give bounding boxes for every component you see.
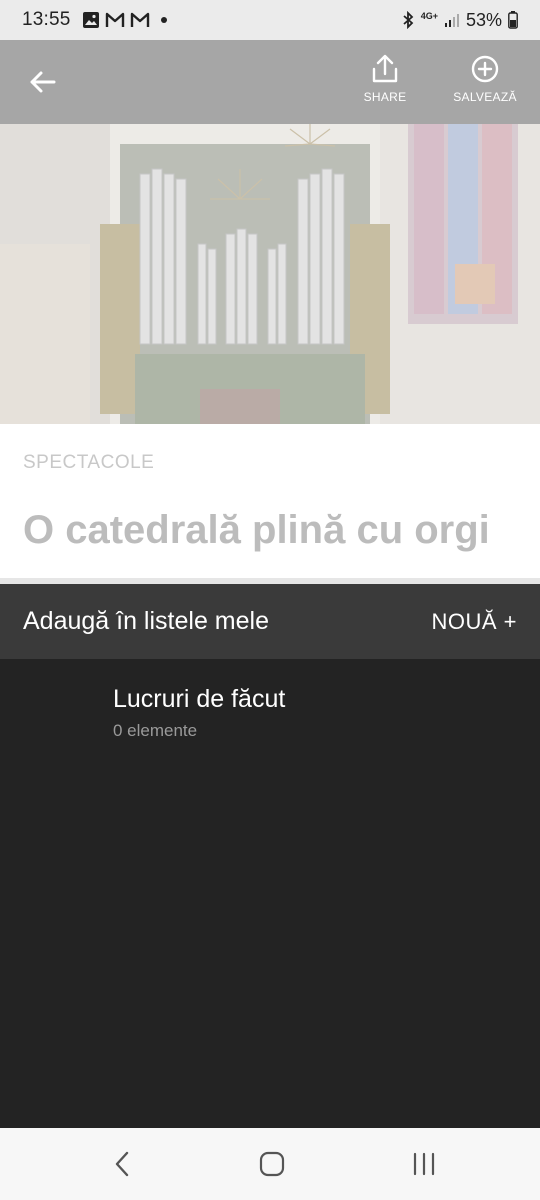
gmail-icon bbox=[130, 12, 149, 27]
organ-illustration bbox=[0, 124, 540, 424]
list-item-title: Lucruri de făcut bbox=[113, 685, 286, 713]
hero-image bbox=[0, 124, 540, 424]
back-button[interactable] bbox=[22, 64, 62, 100]
gmail-icon bbox=[105, 12, 124, 27]
save-label: SALVEAZĂ bbox=[453, 90, 517, 104]
notification-dot bbox=[160, 17, 167, 23]
list-item[interactable]: Lucruri de făcut 0 elemente bbox=[0, 659, 540, 759]
list-item-count: 0 elemente bbox=[113, 721, 198, 740]
navigation-bar bbox=[0, 1128, 540, 1200]
chevron-left-icon bbox=[115, 1151, 129, 1177]
battery-percentage: 53% bbox=[465, 9, 502, 30]
status-bar: 13:55 4G+ 53% bbox=[0, 0, 540, 40]
add-to-lists-header: Adaugă în listele mele NOUĂ + bbox=[0, 584, 540, 659]
notification-icons bbox=[82, 11, 167, 29]
status-left: 13:55 bbox=[22, 9, 167, 31]
battery-icon bbox=[508, 11, 518, 29]
save-button[interactable]: SALVEAZĂ bbox=[448, 54, 522, 104]
add-circle-icon bbox=[471, 55, 499, 83]
nav-recents-button[interactable] bbox=[402, 1146, 446, 1182]
share-button[interactable]: SHARE bbox=[356, 54, 414, 104]
sheet-title: Adaugă în listele mele bbox=[23, 607, 269, 635]
gallery-icon bbox=[82, 12, 99, 28]
arrow-back-icon bbox=[30, 71, 56, 93]
new-list-button[interactable]: NOUĂ + bbox=[431, 609, 517, 635]
home-icon bbox=[259, 1151, 285, 1177]
article-category: SPECTACOLE bbox=[23, 452, 155, 473]
network-type: 4G+ bbox=[420, 11, 438, 21]
status-time: 13:55 bbox=[22, 9, 71, 30]
recents-icon bbox=[413, 1152, 435, 1176]
share-icon bbox=[372, 54, 398, 83]
nav-back-button[interactable] bbox=[100, 1146, 144, 1182]
lists-container: Lucruri de făcut 0 elemente bbox=[0, 659, 540, 1128]
bluetooth-icon bbox=[403, 11, 414, 29]
nav-home-button[interactable] bbox=[250, 1146, 294, 1182]
article-header: SPECTACOLE O catedrală plină cu orgi bbox=[0, 424, 540, 578]
status-right: 4G+ 53% bbox=[401, 10, 518, 31]
app-bar: SHARE SALVEAZĂ bbox=[0, 40, 540, 124]
article-title: O catedrală plină cu orgi bbox=[23, 508, 490, 552]
share-label: SHARE bbox=[363, 90, 407, 104]
signal-icon bbox=[444, 14, 459, 27]
